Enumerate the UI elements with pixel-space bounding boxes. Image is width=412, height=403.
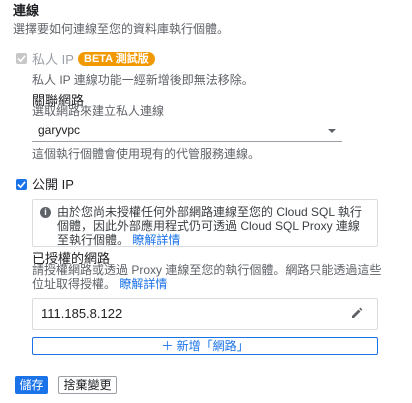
info-learn-more-link[interactable]: 瞭解詳情 [132, 233, 180, 247]
private-ip-note: 私人 IP 連線功能一經新增後即無法移除。 [32, 73, 254, 87]
authorized-networks-learn-more-link[interactable]: 瞭解詳情 [119, 277, 167, 291]
private-ip-checkbox[interactable] [16, 53, 27, 64]
authorized-networks-text: 請授權網路或透過 Proxy 連線至您的執行個體。網路只能透過這些位址取得授權。 [32, 263, 382, 291]
network-ip: 111.185.8.122 [41, 306, 123, 321]
section-description: 選擇要如何連線至您的資料庫執行個體。 [13, 22, 230, 36]
network-select-value: garyvpc [38, 123, 81, 137]
check-icon [17, 55, 26, 63]
check-icon [17, 181, 26, 189]
info-message: 由於您尚未授權任何外部網路連線至您的 Cloud SQL 執行個體，因此外部應用… [57, 205, 362, 247]
beta-badge: BETA 測試版 [78, 52, 155, 66]
public-ip-label: 公開 IP [32, 177, 74, 192]
proxy-note: 這個執行個體會使用現有的代管服務連線。 [32, 147, 261, 161]
network-select[interactable]: garyvpc [32, 121, 342, 142]
discard-changes-button[interactable]: 捨棄變更 [58, 376, 117, 394]
info-box: i 由於您尚未授權任何外部網路連線至您的 Cloud SQL 執行個體，因此外部… [32, 199, 378, 247]
public-ip-checkbox[interactable] [16, 179, 27, 190]
chevron-down-icon [328, 129, 336, 133]
assoc-network-desc: 選取網路來建立私人連線 [32, 104, 165, 118]
info-text: 由於您尚未授權任何外部網路連線至您的 Cloud SQL 執行個體，因此外部應用… [57, 205, 369, 247]
section-title: 連線 [13, 3, 40, 18]
network-row: 111.185.8.122 [32, 298, 378, 330]
edit-pencil-icon[interactable] [351, 307, 363, 319]
authorized-networks-desc: 請授權網路或透過 Proxy 連線至您的執行個體。網路只能透過這些位址取得授權。… [32, 263, 382, 291]
info-icon: i [40, 207, 51, 218]
private-ip-label: 私人 IP [32, 52, 74, 67]
add-network-button[interactable]: ＋ 新增「網路」 [32, 337, 378, 355]
save-button[interactable]: 儲存 [15, 376, 48, 394]
